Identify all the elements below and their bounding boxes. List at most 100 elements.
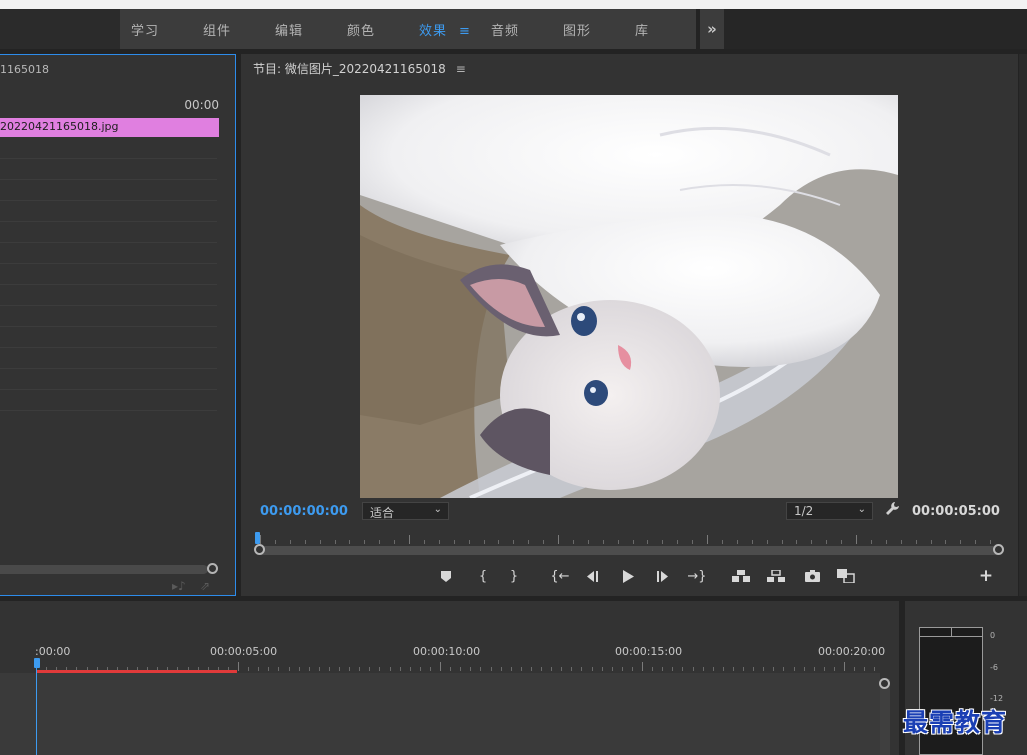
ruler-tick [369,667,371,671]
source-clip[interactable]: 20220421165018.jpg [0,118,219,137]
timeline-scroll-handle[interactable] [879,678,890,689]
ruler-tick [409,535,410,544]
work-area-bar[interactable] [36,670,237,673]
program-title-text: 节目: 微信图片_20220421165018 [253,62,446,76]
ruler-tick [319,540,321,544]
fit-zoom-dropdown[interactable]: 适合 ⌄ [362,502,449,520]
ruler-tick [707,535,708,544]
ruler-tick [543,540,545,544]
ruler-tick [248,667,250,671]
tab-effects-label: 效果 [419,23,448,39]
export-icon[interactable]: ⇗ [200,579,210,593]
timeline-time-label: :00:00 [35,645,71,658]
ruler-tick [318,667,320,671]
panel-menu-icon[interactable]: ≡ [456,62,466,76]
ruler-tick [712,667,714,671]
audio-note-icon[interactable]: ▸♪ [172,579,186,593]
ruler-tick [870,540,872,544]
scroll-handle-left[interactable] [254,544,265,555]
ruler-tick [581,667,583,671]
mark-out-button[interactable]: } [507,567,521,585]
ruler-tick [662,540,664,544]
program-zoom-scrollbar[interactable] [260,546,998,555]
comparison-view-button[interactable] [836,567,856,585]
ruler-tick [258,667,260,671]
source-scroll-handle[interactable] [207,563,218,574]
timeline-time-label: 00:00:10:00 [413,645,481,658]
tab-color[interactable]: 颜色 [336,20,408,39]
ruler-tick [930,540,932,544]
ruler-tick [274,540,276,544]
step-forward-button[interactable] [654,567,672,585]
ruler-tick [631,667,633,671]
extract-button[interactable] [766,567,786,585]
add-marker-button[interactable] [439,567,453,585]
ruler-tick [960,540,962,544]
ruler-tick [260,535,261,544]
tab-effects[interactable]: 效果 ≡ [408,20,480,39]
lift-button[interactable] [731,567,751,585]
tab-learn[interactable]: 学习 [120,20,192,39]
track-divider [0,410,217,411]
ruler-tick [864,667,866,671]
ruler-tick [662,667,664,671]
timeline-vertical-scrollbar[interactable] [880,679,890,755]
ruler-tick [692,540,694,544]
ruler-tick [751,540,753,544]
ruler-tick [672,667,674,671]
tab-libraries[interactable]: 库 [624,20,696,39]
chevron-down-icon: ⌄ [857,504,866,515]
ruler-tick [632,540,634,544]
track-divider [0,263,217,264]
timeline-playhead[interactable] [34,658,40,668]
wrench-svg [886,502,899,515]
go-to-in-button[interactable]: {← [549,567,571,585]
ruler-tick [803,667,805,671]
button-editor-add-icon[interactable]: + [977,566,995,586]
step-back-button[interactable] [583,567,601,585]
settings-wrench-icon[interactable] [885,501,900,520]
ruler-tick [601,667,603,671]
tab-audio[interactable]: 音频 [480,20,552,39]
timeline-time-label: 00:00:20:00 [818,645,886,658]
tab-editing[interactable]: 编辑 [264,20,336,39]
program-current-timecode[interactable]: 00:00:00:00 [260,504,348,519]
ruler-tick [587,540,589,544]
track-divider [0,179,217,180]
timeline-tracks-area[interactable] [0,673,880,755]
playback-resolution-dropdown[interactable]: 1/2 ⌄ [786,502,873,520]
play-button[interactable] [619,567,637,585]
ruler-tick [732,667,734,671]
ruler-tick [520,667,522,671]
track-divider [0,347,217,348]
ruler-tick [298,667,300,671]
more-workspaces-icon[interactable]: » [700,9,724,49]
ruler-tick [289,540,291,544]
ruler-tick [468,540,470,544]
ruler-tick [617,540,619,544]
db-label: -6 [990,663,998,672]
ruler-tick [389,667,391,671]
video-preview-cat [360,95,898,498]
go-to-out-button[interactable]: →} [686,567,708,585]
mark-in-button[interactable]: { [476,567,490,585]
hamburger-menu-icon[interactable]: ≡ [459,24,471,39]
ruler-tick [602,540,604,544]
program-playhead[interactable] [255,532,260,544]
workspace-bar-left [0,9,120,49]
tab-assembly[interactable]: 组件 [192,20,264,39]
ruler-tick [783,667,785,671]
meter-peak-line [920,636,982,637]
program-time-ruler[interactable] [257,530,1001,544]
scroll-handle-right[interactable] [993,544,1004,555]
ruler-tick [551,667,553,671]
source-clip-label: 20220421165018.jpg [0,120,119,133]
source-horizontal-scrollbar[interactable] [0,565,208,574]
tab-graphics[interactable]: 图形 [552,20,624,39]
ruler-tick [528,540,530,544]
ruler-tick [915,540,917,544]
export-frame-button[interactable] [803,567,821,585]
ruler-tick [854,667,856,671]
track-divider [0,200,217,201]
ruler-tick [238,662,239,671]
